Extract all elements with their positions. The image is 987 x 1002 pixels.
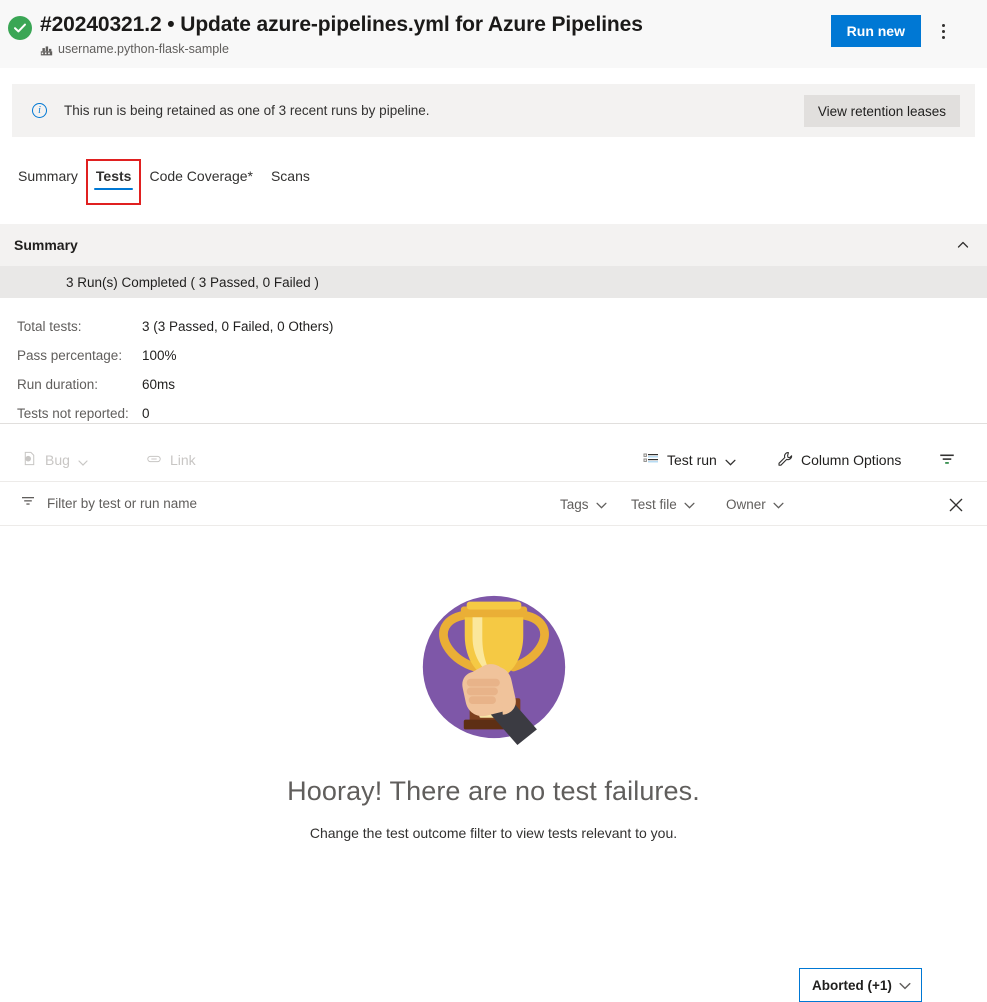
filter-icon: [938, 450, 956, 471]
retention-banner: i This run is being retained as one of 3…: [12, 84, 975, 137]
chevron-down-icon: [78, 455, 88, 466]
stat-value: 3 (3 Passed, 0 Failed, 0 Others): [142, 319, 334, 334]
outcome-filter-label: Aborted (+1): [812, 977, 892, 993]
stat-row: Total tests: 3 (3 Passed, 0 Failed, 0 Ot…: [17, 312, 333, 341]
tab-bar: Summary Tests Code Coverage* Scans: [0, 159, 987, 210]
tab-selected-underline: [93, 187, 134, 190]
test-summary-card: Summary 3 Run(s) Completed ( 3 Passed, 0…: [0, 224, 987, 424]
chevron-down-icon: [725, 455, 736, 466]
tab-code-coverage[interactable]: Code Coverage*: [140, 160, 262, 204]
column-options-button[interactable]: Column Options: [777, 444, 901, 476]
chevron-down-icon: [899, 980, 911, 990]
empty-state-title: Hooray! There are no test failures.: [287, 776, 700, 806]
success-check-icon: [8, 16, 32, 40]
stat-label: Tests not reported:: [17, 406, 129, 421]
bug-file-icon: [22, 451, 37, 469]
test-run-grouping-button[interactable]: Test run: [643, 444, 736, 476]
stat-value: 100%: [142, 348, 177, 363]
runs-completed-text: 3 Run(s) Completed ( 3 Passed, 0 Failed …: [66, 274, 319, 290]
retention-banner-area: i This run is being retained as one of 3…: [0, 68, 987, 154]
tab-scans[interactable]: Scans: [262, 160, 319, 204]
runs-completed-line: 3 Run(s) Completed ( 3 Passed, 0 Failed …: [0, 266, 987, 298]
empty-state-subtitle: Change the test outcome filter to view t…: [309, 825, 678, 841]
test-file-filter-label: Test file: [631, 496, 677, 512]
chevron-down-icon: [684, 499, 695, 509]
summary-stats: Total tests: 3 (3 Passed, 0 Failed, 0 Ot…: [17, 312, 333, 428]
pipeline-name: username.python-flask-sample: [58, 42, 229, 56]
empty-state: Hooray! There are no test failures. Chan…: [0, 527, 987, 887]
tab-code-coverage-label: Code Coverage*: [149, 168, 253, 184]
stat-label: Run duration:: [17, 377, 99, 392]
stat-value: 0: [142, 406, 150, 421]
outcome-filter-dropdown[interactable]: Aborted (+1): [799, 968, 922, 1002]
chevron-down-icon: [595, 499, 607, 509]
results-toolbar: Bug Link Test run Column Options: [0, 438, 987, 482]
link-button[interactable]: Link: [146, 444, 196, 476]
tab-scans-label: Scans: [270, 168, 310, 184]
info-circle-icon: i: [32, 103, 47, 118]
bug-label: Bug: [45, 452, 70, 468]
pipeline-icon: [40, 44, 53, 57]
owner-filter-label: Owner: [726, 496, 766, 512]
test-file-filter-dropdown[interactable]: Test file: [627, 491, 698, 517]
stat-row: Tests not reported: 0: [17, 399, 333, 428]
bug-button[interactable]: Bug: [22, 444, 88, 476]
group-list-icon: [643, 451, 659, 470]
link-icon: [146, 451, 162, 470]
page-header: #20240321.2 • Update azure-pipelines.yml…: [0, 0, 987, 68]
summary-section-title: Summary: [14, 237, 78, 253]
stat-row: Run duration: 60ms: [17, 370, 333, 399]
filter-input[interactable]: Filter by test or run name: [47, 496, 197, 511]
stat-label: Pass percentage:: [17, 348, 123, 363]
close-icon[interactable]: [947, 496, 965, 514]
stat-label: Total tests:: [17, 319, 82, 334]
summary-section-header[interactable]: Summary: [0, 224, 987, 266]
run-new-button[interactable]: Run new: [830, 15, 921, 47]
view-retention-leases-button[interactable]: View retention leases: [803, 95, 960, 127]
stat-value: 60ms: [142, 377, 176, 392]
filter-bar: Filter by test or run name Tags Test fil…: [0, 482, 987, 1002]
stat-row: Pass percentage: 100%: [17, 341, 333, 370]
pipeline-breadcrumb: username.python-flask-sample: [40, 42, 229, 56]
tab-tests[interactable]: Tests: [85, 159, 142, 205]
chevron-up-icon[interactable]: [955, 237, 971, 253]
tab-summary-label: Summary: [18, 168, 78, 184]
wrench-icon: [777, 451, 793, 470]
more-vertical-icon[interactable]: [927, 15, 959, 47]
chevron-down-icon: [773, 499, 784, 509]
tags-filter-dropdown[interactable]: Tags: [556, 491, 610, 517]
filter-icon: [20, 493, 36, 514]
owner-filter-dropdown[interactable]: Owner: [722, 491, 787, 517]
trophy-in-hand-icon: [416, 589, 572, 750]
retention-message: This run is being retained as one of 3 r…: [64, 103, 430, 118]
tags-filter-label: Tags: [560, 496, 589, 512]
page-title: #20240321.2 • Update azure-pipelines.yml…: [40, 13, 643, 36]
filter-toggle-button[interactable]: [938, 444, 956, 476]
column-options-label: Column Options: [801, 452, 902, 468]
tab-summary[interactable]: Summary: [9, 160, 87, 204]
tab-tests-label: Tests: [95, 168, 132, 184]
test-run-label: Test run: [667, 452, 717, 468]
link-label: Link: [170, 452, 196, 468]
filter-input-group[interactable]: Filter by test or run name: [20, 493, 197, 514]
